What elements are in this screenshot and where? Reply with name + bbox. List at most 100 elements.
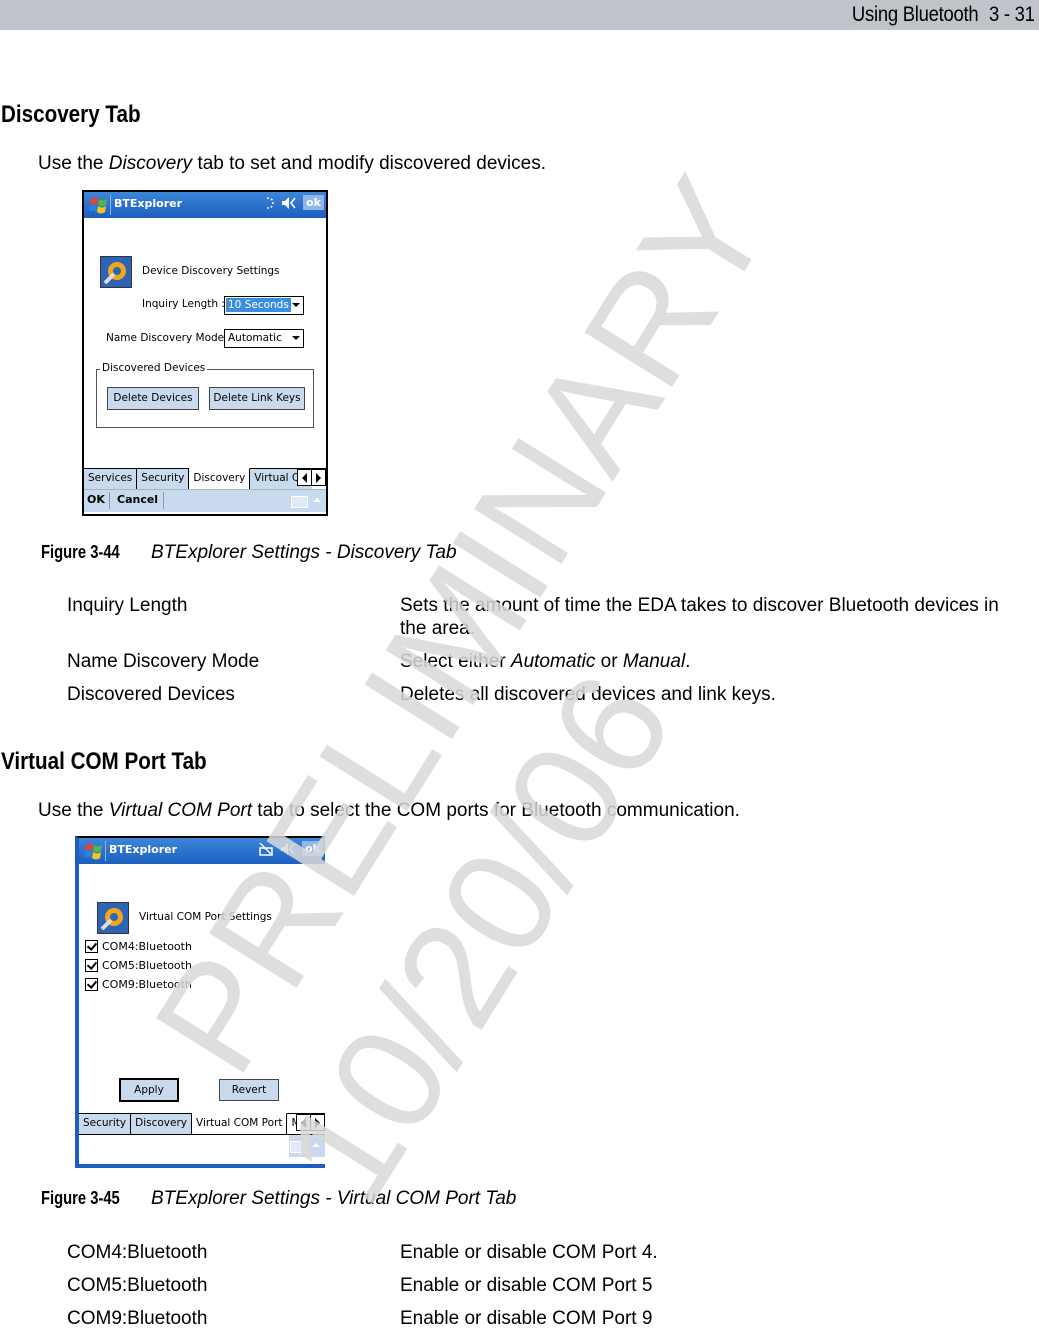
title-separator: [110, 195, 111, 215]
tab-security[interactable]: Security: [79, 1114, 132, 1134]
windows-start-icon[interactable]: [88, 195, 110, 215]
figure-number: Figure 3-45: [41, 1188, 120, 1208]
figure-number: Figure 3-44: [41, 542, 120, 562]
title-bar: BTExplorer ok: [79, 838, 325, 864]
com5-checkbox-row[interactable]: COM5:Bluetooth: [85, 959, 192, 972]
desc-text: .: [685, 651, 691, 672]
windows-start-icon[interactable]: [83, 841, 105, 861]
arrow-right-icon: [315, 1117, 320, 1128]
settings-tab-strip: Security Discovery Virtual COM Port M: [79, 1113, 325, 1134]
intro-discovery: Use the Discovery tab to set and modify …: [38, 153, 546, 175]
keyboard-icon[interactable]: [291, 496, 308, 508]
menu-separator: [163, 492, 164, 509]
desc-text: Select either: [400, 651, 511, 672]
title-bar: BTExplorer ok: [84, 192, 326, 218]
discovered-devices-group: Discovered Devices Delete Devices Delete…: [96, 362, 314, 428]
arrow-left-icon: [302, 472, 307, 483]
tab-security[interactable]: Security: [137, 469, 190, 489]
system-tray: ok: [258, 841, 323, 856]
checkbox-checked[interactable]: [85, 959, 98, 972]
ok-button[interactable]: ok: [302, 841, 323, 856]
menu-cancel[interactable]: Cancel: [117, 493, 158, 506]
definition-description: Deletes all discovered devices and link …: [400, 684, 776, 705]
desc-emphasis: Automatic: [510, 651, 596, 672]
connection-off-icon[interactable]: [258, 841, 274, 856]
desc-emphasis: Manual: [622, 651, 686, 672]
inquiry-length-select[interactable]: 10 Seconds: [224, 296, 304, 315]
intro-emphasis: Discovery: [108, 153, 193, 174]
softkey-menubar: [79, 1134, 325, 1157]
definition-description: Select either Automatic or Manual.: [400, 650, 1027, 673]
input-panel-up-icon[interactable]: [312, 1143, 320, 1147]
app-title: BTExplorer: [114, 197, 183, 210]
btexplorer-discovery-screenshot: BTExplorer ok BTExplorer Settings Device…: [82, 190, 328, 516]
input-panel-up-icon[interactable]: [313, 498, 321, 502]
revert-button[interactable]: Revert: [219, 1079, 279, 1101]
definition-description: Sets the amount of time the EDA takes to…: [400, 595, 999, 639]
keyboard-icon[interactable]: [290, 1141, 307, 1153]
group-label: Discovered Devices: [100, 362, 208, 374]
tab-virtual-com-port[interactable]: Virtual COM Port: [192, 1113, 288, 1134]
tab-discovery[interactable]: Discovery: [189, 468, 251, 489]
com9-checkbox-row[interactable]: COM9:Bluetooth: [85, 978, 192, 991]
definition-description: Enable or disable COM Port 4.: [400, 1242, 658, 1263]
section-title-discovery: Discovery Tab: [1, 101, 141, 128]
inquiry-length-value: 10 Seconds: [226, 298, 291, 312]
scroll-left-button[interactable]: [298, 470, 311, 485]
definition-row: COM4:Bluetooth Enable or disable COM Por…: [67, 1241, 1027, 1264]
intro-emphasis: Virtual COM Port: [108, 800, 253, 821]
chapter-title: Using Bluetooth: [852, 3, 979, 26]
btexplorer-vcom-screenshot: BTExplorer ok BTExplorer Settings Virtua…: [75, 836, 325, 1168]
definition-row: Discovered Devices Deletes all discovere…: [67, 683, 1027, 706]
definition-description: Enable or disable COM Port 9: [400, 1308, 653, 1329]
tab-scroll-buttons: [297, 469, 326, 486]
scroll-left-button[interactable]: [297, 1115, 310, 1130]
settings-gear-icon: [100, 256, 132, 288]
discovery-definition-list: Inquiry Length Sets the amount of time t…: [67, 594, 1027, 716]
running-header: Using Bluetooth 3 - 31: [852, 3, 1035, 27]
panel-title: Virtual COM Port Settings: [139, 911, 272, 923]
definition-term: COM9:Bluetooth: [67, 1308, 208, 1329]
tab-discovery[interactable]: Discovery: [131, 1114, 192, 1134]
definition-row: COM9:Bluetooth Enable or disable COM Por…: [67, 1307, 1027, 1330]
com4-checkbox-row[interactable]: COM4:Bluetooth: [85, 940, 192, 953]
connectivity-icon[interactable]: [263, 196, 275, 210]
menu-separator: [109, 492, 110, 509]
desc-text: or: [595, 651, 623, 672]
name-discovery-mode-value: Automatic: [228, 332, 282, 344]
definition-term: COM5:Bluetooth: [67, 1275, 208, 1296]
figure-title: BTExplorer Settings - Virtual COM Port T…: [151, 1188, 517, 1209]
volume-icon[interactable]: [280, 842, 296, 856]
softkey-menubar: OK Cancel: [84, 489, 326, 512]
checkbox-label: COM5:Bluetooth: [102, 959, 192, 972]
delete-devices-button[interactable]: Delete Devices: [107, 387, 199, 410]
page-header-bar: Using Bluetooth 3 - 31: [0, 0, 1039, 30]
checkbox-checked[interactable]: [85, 978, 98, 991]
apply-button[interactable]: Apply: [119, 1078, 179, 1102]
delete-link-keys-button[interactable]: Delete Link Keys: [209, 387, 305, 410]
definition-row: COM5:Bluetooth Enable or disable COM Por…: [67, 1274, 1027, 1297]
figure-caption-3-45: Figure 3-45 BTExplorer Settings - Virtual…: [41, 1188, 516, 1210]
intro-virtual-com: Use the Virtual COM Port tab to select t…: [38, 800, 740, 822]
menu-ok[interactable]: OK: [87, 493, 105, 506]
checkbox-label: COM4:Bluetooth: [102, 940, 192, 953]
definition-term: Inquiry Length: [67, 595, 188, 616]
figure-caption-3-44: Figure 3-44 BTExplorer Settings - Discove…: [41, 542, 457, 564]
page-number: 3 - 31: [989, 3, 1035, 26]
scroll-right-button[interactable]: [310, 1115, 324, 1130]
definition-row: Name Discovery Mode Select either Automa…: [67, 650, 1027, 673]
volume-icon[interactable]: [281, 196, 297, 210]
checkbox-checked[interactable]: [85, 940, 98, 953]
chevron-down-icon: [292, 303, 300, 307]
section-title-virtual-com: Virtual COM Port Tab: [1, 748, 207, 775]
scroll-right-button[interactable]: [311, 470, 325, 485]
ok-button[interactable]: ok: [303, 195, 324, 210]
definition-term: Discovered Devices: [67, 684, 235, 705]
intro-text: Use the: [38, 153, 109, 174]
tab-services[interactable]: Services: [84, 469, 138, 489]
figure-title: BTExplorer Settings - Discovery Tab: [151, 542, 457, 563]
settings-gear-icon: [97, 902, 129, 934]
app-title: BTExplorer: [109, 843, 178, 856]
vcom-definition-list: COM4:Bluetooth Enable or disable COM Por…: [67, 1241, 1027, 1340]
name-discovery-mode-select[interactable]: Automatic: [224, 329, 304, 348]
